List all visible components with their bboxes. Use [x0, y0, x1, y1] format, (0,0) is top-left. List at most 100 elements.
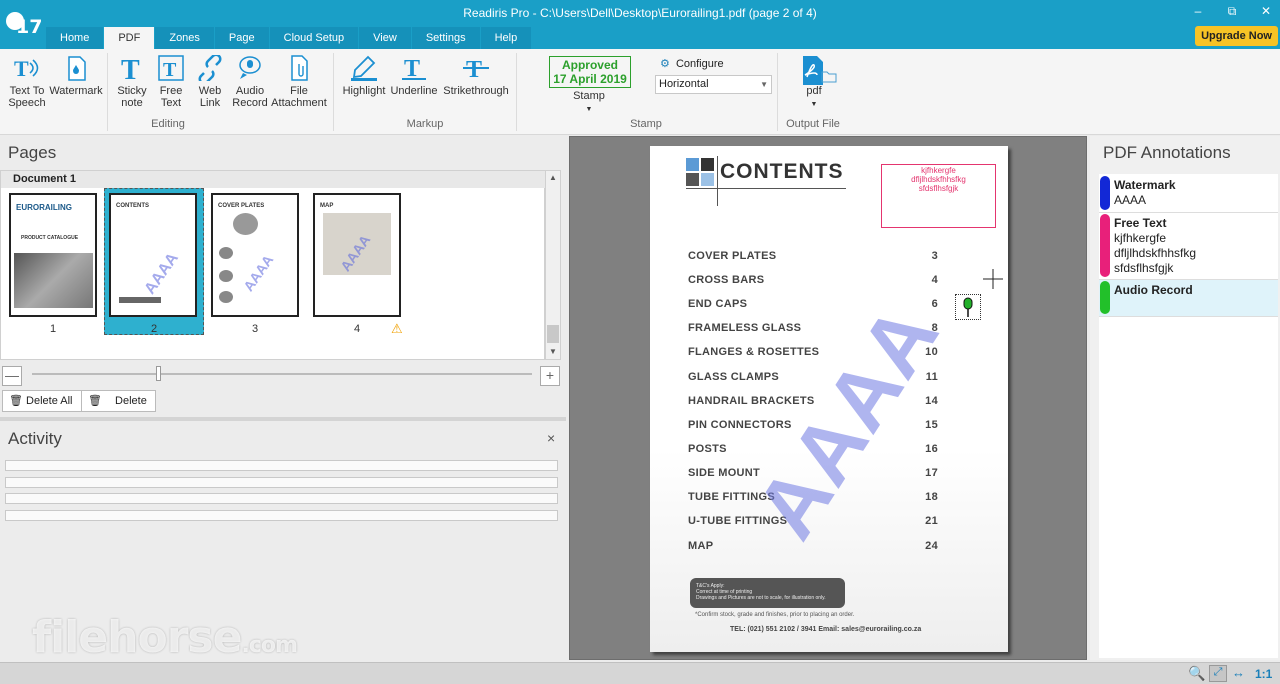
ribbon: T Text To Speech Watermark T Sticky note…: [0, 49, 1280, 135]
activity-row: [5, 460, 558, 471]
annotation-item-free-text[interactable]: Free Text kjfhkergfe dfljlhdskfhhsfkg sf…: [1099, 213, 1278, 280]
text-to-speech-button[interactable]: T Text To Speech: [6, 55, 48, 109]
filehorse-watermark: filehorse.com: [32, 612, 298, 663]
watermark-icon: [61, 55, 91, 81]
toc-entry: CROSS BARS 4: [688, 274, 938, 286]
delete-button[interactable]: 🗑 Delete: [81, 390, 156, 412]
link-icon: [195, 53, 225, 85]
annotation-color-bar: [1100, 281, 1110, 314]
maximize-icon[interactable]: ⧉: [1222, 4, 1242, 19]
orientation-select[interactable]: Horizontal ▼: [655, 75, 772, 94]
page-thumbnail-1[interactable]: EURORAILING PRODUCT CATALOGUE: [9, 193, 97, 317]
tab-zones[interactable]: Zones: [155, 27, 214, 49]
tab-view[interactable]: View: [359, 27, 411, 49]
tab-help[interactable]: Help: [480, 27, 532, 49]
fit-page-icon[interactable]: ⤢: [1209, 665, 1227, 682]
toc-entry: COVER PLATES 3: [688, 250, 938, 262]
scroll-down-icon[interactable]: ▼: [549, 347, 557, 356]
contact-line: TEL: (021) 551 2102 / 3941 Email: sales@…: [730, 626, 922, 633]
thumbnail-scrollbar[interactable]: ▲ ▼: [545, 170, 561, 360]
web-link-button[interactable]: Web Link: [192, 53, 228, 109]
contents-logo-icon: [686, 158, 716, 191]
sticky-note-button[interactable]: T Sticky note: [114, 55, 150, 109]
close-activity-icon[interactable]: ×: [547, 430, 555, 446]
group-label-markup: Markup: [406, 118, 444, 130]
page-number: 3: [252, 323, 259, 335]
svg-text:T: T: [404, 56, 420, 81]
file-attachment-button[interactable]: File Attachment: [270, 55, 328, 109]
chevron-down-icon: ▼: [810, 101, 818, 108]
underline-icon: T: [399, 55, 429, 82]
tab-cloud-setup[interactable]: Cloud Setup: [269, 27, 359, 49]
tab-home[interactable]: Home: [46, 27, 104, 49]
pages-panel-title: Pages: [8, 143, 57, 162]
stamp-preview[interactable]: Approved 17 April 2019: [549, 56, 631, 88]
window-title: Readiris Pro - C:\Users\Dell\Desktop\Eur…: [463, 6, 817, 20]
scroll-thumb[interactable]: [547, 325, 559, 343]
svg-text:T: T: [121, 55, 140, 81]
group-label-output-file: Output File: [786, 118, 840, 130]
fit-width-icon[interactable]: ↔: [1232, 665, 1245, 680]
stamp-dropdown-button[interactable]: Stamp ▼: [566, 90, 612, 116]
audio-record-button[interactable]: Audio Record: [230, 55, 270, 109]
page-number: 1: [50, 323, 57, 335]
close-window-icon[interactable]: ✕: [1256, 4, 1276, 18]
page-thumbnail-4[interactable]: MAP AAAA: [313, 193, 401, 317]
zoom-in-button[interactable]: +: [540, 366, 560, 386]
highlight-button[interactable]: Highlight: [340, 55, 388, 97]
trash-icon: 🗑: [88, 395, 102, 407]
crosshair-cursor-icon: [983, 269, 1003, 289]
thumbnail-size-slider[interactable]: [32, 373, 532, 375]
free-text-annotation[interactable]: kjfhkergfe dfljlhdskfhhsfkg sfdsflhsfgjk: [881, 164, 996, 228]
free-text-icon: T: [156, 55, 186, 81]
upgrade-now-button[interactable]: Upgrade Now: [1195, 26, 1278, 46]
group-label-editing: Editing: [151, 118, 185, 130]
document-heading: CONTENTS: [720, 160, 844, 183]
activity-panel-title: Activity: [8, 429, 62, 448]
minimize-icon[interactable]: –: [1188, 4, 1208, 18]
file-attachment-icon: [284, 55, 314, 81]
ribbon-tabs: Home PDF Zones Page Cloud Setup View Set…: [46, 27, 532, 49]
configure-button[interactable]: ⚙ Configure: [660, 57, 724, 70]
annotation-item-watermark[interactable]: Watermark AAAA: [1099, 175, 1278, 213]
watermark-button[interactable]: Watermark: [48, 55, 104, 97]
annotation-item-audio-record[interactable]: Audio Record: [1099, 280, 1278, 317]
page-number: 4: [354, 323, 361, 335]
microphone-icon: [963, 297, 973, 317]
text-icon: T: [117, 55, 147, 86]
page-thumbnail-3[interactable]: COVER PLATES AAAA: [211, 193, 299, 317]
strikethrough-button[interactable]: T Strikethrough: [442, 55, 510, 97]
strikethrough-icon: T: [461, 55, 491, 83]
annotation-color-bar: [1100, 176, 1110, 210]
annotation-color-bar: [1100, 214, 1110, 277]
document-page[interactable]: CONTENTS kjfhkergfe dfljlhdskfhhsfkg sfd…: [650, 146, 1008, 652]
gear-icon: ⚙: [660, 58, 670, 70]
scroll-up-icon[interactable]: ▲: [549, 173, 557, 182]
tab-pdf[interactable]: PDF: [104, 27, 155, 49]
trash-icon: 🗑: [9, 395, 23, 407]
tab-settings[interactable]: Settings: [411, 27, 480, 49]
highlight-icon: [349, 55, 379, 81]
search-icon[interactable]: 🔍: [1188, 665, 1205, 682]
annotations-panel-title: PDF Annotations: [1103, 143, 1231, 162]
document-header: Document 1: [1, 171, 546, 188]
audio-record-icon: [235, 55, 265, 81]
warning-icon: ⚠: [391, 321, 403, 336]
audio-record-annotation[interactable]: [955, 294, 981, 320]
delete-all-button[interactable]: 🗑 Delete All: [2, 390, 82, 412]
zoom-out-button[interactable]: —: [2, 366, 22, 386]
svg-text:T: T: [163, 59, 177, 81]
actual-size-button[interactable]: 1:1: [1255, 667, 1272, 681]
activity-row: [5, 510, 558, 521]
free-text-button[interactable]: T Free Text: [154, 55, 188, 109]
status-bar: 🔍 ⤢ ↔ 1:1: [0, 662, 1280, 684]
title-bar: 17 Readiris Pro - C:\Users\Dell\Desktop\…: [0, 0, 1280, 49]
page-thumbnail-2[interactable]: CONTENTS AAAA: [109, 193, 197, 317]
page-number: 2: [151, 323, 158, 335]
folder-icon[interactable]: [821, 69, 837, 86]
activity-row: [5, 493, 558, 504]
tab-page[interactable]: Page: [214, 27, 269, 49]
chevron-down-icon: ▼: [585, 106, 593, 113]
slider-handle[interactable]: [156, 366, 161, 381]
underline-button[interactable]: T Underline: [390, 55, 438, 97]
